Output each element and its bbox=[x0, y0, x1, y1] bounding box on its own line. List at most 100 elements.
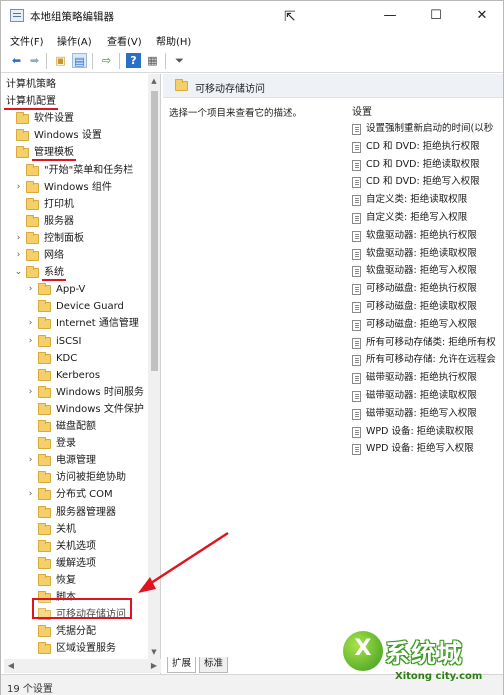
expand-chevron-icon[interactable]: › bbox=[26, 452, 35, 469]
setting-row[interactable]: 所有可移动存储: 允许在远程会 bbox=[352, 351, 503, 369]
setting-row[interactable]: WPD 设备: 拒绝写入权限 bbox=[352, 440, 503, 458]
setting-row[interactable]: 可移动磁盘: 拒绝读取权限 bbox=[352, 298, 503, 316]
collapse-chevron-icon[interactable]: ⌄ bbox=[14, 264, 23, 281]
tree-item[interactable]: › Internet 通信管理 bbox=[4, 315, 149, 332]
tree-item[interactable]: 计算机配置 bbox=[4, 93, 149, 111]
tree-item[interactable]: 关机 bbox=[4, 521, 149, 538]
close-button[interactable]: ✕ bbox=[459, 1, 504, 31]
expand-chevron-icon[interactable]: › bbox=[14, 230, 23, 247]
maximize-button[interactable]: ☐ bbox=[413, 1, 459, 31]
setting-row[interactable]: 磁带驱动器: 拒绝写入权限 bbox=[352, 405, 503, 423]
scroll-up-arrow-icon[interactable]: ▲ bbox=[148, 75, 160, 87]
setting-row[interactable]: 可移动磁盘: 拒绝执行权限 bbox=[352, 280, 503, 298]
expand-chevron-icon[interactable]: › bbox=[14, 179, 23, 196]
expand-chevron-icon[interactable]: › bbox=[14, 247, 23, 264]
menu-view[interactable]: 查看(V) bbox=[107, 33, 142, 48]
setting-row[interactable]: 软盘驱动器: 拒绝执行权限 bbox=[352, 227, 503, 245]
setting-label: 可移动磁盘: 拒绝读取权限 bbox=[366, 301, 477, 312]
tree-item[interactable]: Windows 文件保护 bbox=[4, 401, 149, 418]
setting-row[interactable]: 自定义类: 拒绝写入权限 bbox=[352, 209, 503, 227]
tree-item[interactable]: Windows 设置 bbox=[4, 127, 149, 144]
tree-item[interactable]: › 分布式 COM bbox=[4, 486, 149, 503]
setting-row[interactable]: CD 和 DVD: 拒绝读取权限 bbox=[352, 156, 503, 174]
tree-item[interactable]: 服务器管理器 bbox=[4, 504, 149, 521]
tree-item-label: 磁盘配额 bbox=[56, 421, 96, 432]
help-icon[interactable]: ? bbox=[126, 53, 141, 68]
expand-chevron-icon[interactable]: › bbox=[26, 486, 35, 503]
setting-row[interactable]: 软盘驱动器: 拒绝写入权限 bbox=[352, 262, 503, 280]
back-arrow-icon[interactable]: ⬅ bbox=[9, 53, 24, 68]
scroll-left-arrow-icon[interactable]: ◀ bbox=[5, 660, 17, 672]
tree-scroll-thumb[interactable] bbox=[151, 91, 158, 371]
tree-item[interactable]: › iSCSI bbox=[4, 333, 149, 350]
setting-row[interactable]: 所有可移动存储类: 拒绝所有权 bbox=[352, 334, 503, 352]
folder-icon bbox=[38, 385, 51, 398]
setting-row[interactable]: CD 和 DVD: 拒绝写入权限 bbox=[352, 173, 503, 191]
tree-item[interactable]: Kerberos bbox=[4, 367, 149, 384]
tab-standard[interactable]: 标准 bbox=[199, 657, 229, 673]
tree-horizontal-scrollbar[interactable] bbox=[4, 659, 161, 673]
tree-item[interactable]: 恢复 bbox=[4, 572, 149, 589]
tree-item[interactable]: 服务器 bbox=[4, 213, 149, 230]
expand-chevron-icon[interactable]: › bbox=[26, 384, 35, 401]
tree-item[interactable]: 凭据分配 bbox=[4, 623, 149, 640]
setting-row[interactable]: 软盘驱动器: 拒绝读取权限 bbox=[352, 245, 503, 263]
tree-item[interactable]: 访问被拒绝协助 bbox=[4, 469, 149, 486]
tree-item[interactable]: › 控制面板 bbox=[4, 230, 149, 247]
scroll-down-arrow-icon[interactable]: ▼ bbox=[148, 646, 160, 658]
tree-item[interactable]: 缓解选项 bbox=[4, 555, 149, 572]
setting-row[interactable]: 可移动磁盘: 拒绝写入权限 bbox=[352, 316, 503, 334]
settings-column-header[interactable]: 设置 bbox=[352, 103, 372, 118]
tree-item[interactable]: 登录 bbox=[4, 435, 149, 452]
status-text: 19 个设置 bbox=[7, 684, 53, 695]
tree-item[interactable]: › 网络 bbox=[4, 247, 149, 264]
setting-row[interactable]: 设置强制重新启动的时间(以秒 bbox=[352, 120, 503, 138]
tree-item[interactable]: 磁盘配额 bbox=[4, 418, 149, 435]
up-folder-icon[interactable]: ▣ bbox=[53, 53, 68, 68]
folder-icon bbox=[38, 283, 51, 296]
setting-row[interactable]: CD 和 DVD: 拒绝执行权限 bbox=[352, 138, 503, 156]
tree-item-label: Windows 时间服务 bbox=[56, 386, 144, 398]
properties-icon[interactable]: ▦ bbox=[145, 53, 160, 68]
minimize-button[interactable]: — bbox=[367, 1, 413, 31]
tree-item[interactable]: › Windows 时间服务 bbox=[4, 384, 149, 401]
tree-item-label: KDC bbox=[56, 352, 78, 364]
setting-row[interactable]: 磁带驱动器: 拒绝执行权限 bbox=[352, 369, 503, 387]
setting-row[interactable]: 磁带驱动器: 拒绝读取权限 bbox=[352, 387, 503, 405]
tree-item[interactable]: › App-V bbox=[4, 281, 149, 298]
folder-icon bbox=[175, 79, 188, 91]
tree-item[interactable]: "开始"菜单和任务栏 bbox=[4, 162, 149, 179]
scroll-right-arrow-icon[interactable]: ▶ bbox=[148, 660, 160, 672]
expand-chevron-icon[interactable]: › bbox=[26, 281, 35, 298]
tree-item[interactable]: › 电源管理 bbox=[4, 452, 149, 469]
menu-action[interactable]: 操作(A) bbox=[57, 33, 92, 48]
tree-item[interactable]: › Windows 组件 bbox=[4, 179, 149, 196]
tree-item[interactable]: 打印机 bbox=[4, 196, 149, 213]
forward-arrow-icon[interactable]: ➡ bbox=[27, 53, 42, 68]
menu-file[interactable]: 文件(F) bbox=[10, 33, 44, 48]
folder-icon bbox=[16, 129, 29, 142]
menu-help[interactable]: 帮助(H) bbox=[156, 33, 191, 48]
tree-item[interactable]: ⌄ 系统 bbox=[4, 264, 149, 282]
export-icon[interactable]: ⇨ bbox=[99, 53, 114, 68]
tab-extended[interactable]: 扩展 bbox=[167, 657, 197, 673]
expand-chevron-icon[interactable]: › bbox=[26, 315, 35, 332]
tree-item[interactable]: Device Guard bbox=[4, 298, 149, 315]
setting-label: CD 和 DVD: 拒绝读取权限 bbox=[366, 158, 480, 170]
show-tree-icon[interactable]: ▤ bbox=[72, 53, 87, 68]
tree-item-label: App-V bbox=[56, 284, 86, 296]
filter-icon[interactable]: ⏷ bbox=[172, 53, 187, 68]
tree-item[interactable]: KDC bbox=[4, 350, 149, 367]
tree-item[interactable]: 软件设置 bbox=[4, 110, 149, 127]
setting-row[interactable]: WPD 设备: 拒绝读取权限 bbox=[352, 423, 503, 441]
tree-item[interactable]: 关机选项 bbox=[4, 538, 149, 555]
tree-item[interactable]: 区域设置服务 bbox=[4, 640, 149, 657]
app-icon bbox=[10, 9, 24, 22]
setting-row[interactable]: 自定义类: 拒绝读取权限 bbox=[352, 191, 503, 209]
expand-chevron-icon[interactable]: › bbox=[26, 333, 35, 350]
tree-item[interactable]: 管理模板 bbox=[4, 144, 149, 162]
tree-item-label: 服务器管理器 bbox=[56, 506, 116, 518]
title-bar: 本地组策略编辑器 ⇱ — ☐ ✕ bbox=[1, 1, 503, 31]
tree-item-label: 计算机策略 bbox=[6, 79, 56, 90]
tree-item[interactable]: 计算机策略 bbox=[4, 76, 149, 93]
